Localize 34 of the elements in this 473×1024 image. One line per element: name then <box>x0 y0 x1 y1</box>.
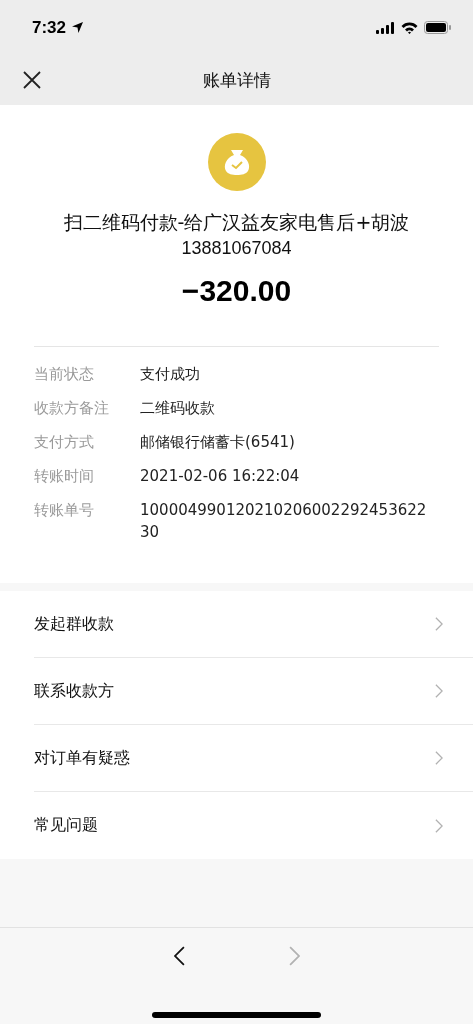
menu-item[interactable]: 联系收款方 <box>34 658 473 725</box>
menu-item-label: 常见问题 <box>34 815 98 836</box>
detail-label: 支付方式 <box>34 432 95 453</box>
detail-value: 支付成功 <box>140 364 201 385</box>
detail-label: 收款方备注 <box>34 398 110 419</box>
menu-item[interactable]: 对订单有疑惑 <box>34 725 473 792</box>
detail-value: 2021-02-06 16:22:04 <box>140 466 301 487</box>
status-time: 7:32 <box>32 17 67 38</box>
menu-item-label: 发起群收款 <box>34 613 114 635</box>
menu-item-label: 对订单有疑惑 <box>34 747 130 769</box>
detail-label: 转账时间 <box>34 466 95 487</box>
chevron-right-icon <box>435 818 443 833</box>
detail-value: 邮储银行储蓄卡(6541) <box>140 432 296 453</box>
money-bag-icon <box>207 133 266 191</box>
page-title: 账单详情 <box>202 68 271 92</box>
detail-value: 二维码收款 <box>140 398 216 419</box>
chevron-right-icon <box>435 684 443 698</box>
detail-value: 10000499012021020600229245362230 <box>140 500 428 543</box>
chevron-left-icon <box>173 946 185 966</box>
battery-icon <box>424 21 451 34</box>
payment-amount: −320.00 <box>181 274 292 308</box>
payment-title: 扫二维码付款-给广汉益友家电售后+胡波 <box>63 210 410 235</box>
signal-icon <box>376 21 395 34</box>
chevron-right-icon <box>435 751 443 765</box>
chevron-right-icon <box>288 946 300 966</box>
chevron-right-icon <box>435 617 443 631</box>
wifi-icon <box>401 21 418 34</box>
detail-label: 当前状态 <box>34 364 95 385</box>
menu-item-label: 联系收款方 <box>34 680 114 702</box>
location-arrow-icon <box>72 22 84 33</box>
menu-item[interactable]: 发起群收款 <box>34 591 473 658</box>
menu-item[interactable]: 常见问题 <box>34 792 473 859</box>
detail-label: 转账单号 <box>34 500 95 521</box>
payee-phone: 13881067084 <box>181 237 292 260</box>
